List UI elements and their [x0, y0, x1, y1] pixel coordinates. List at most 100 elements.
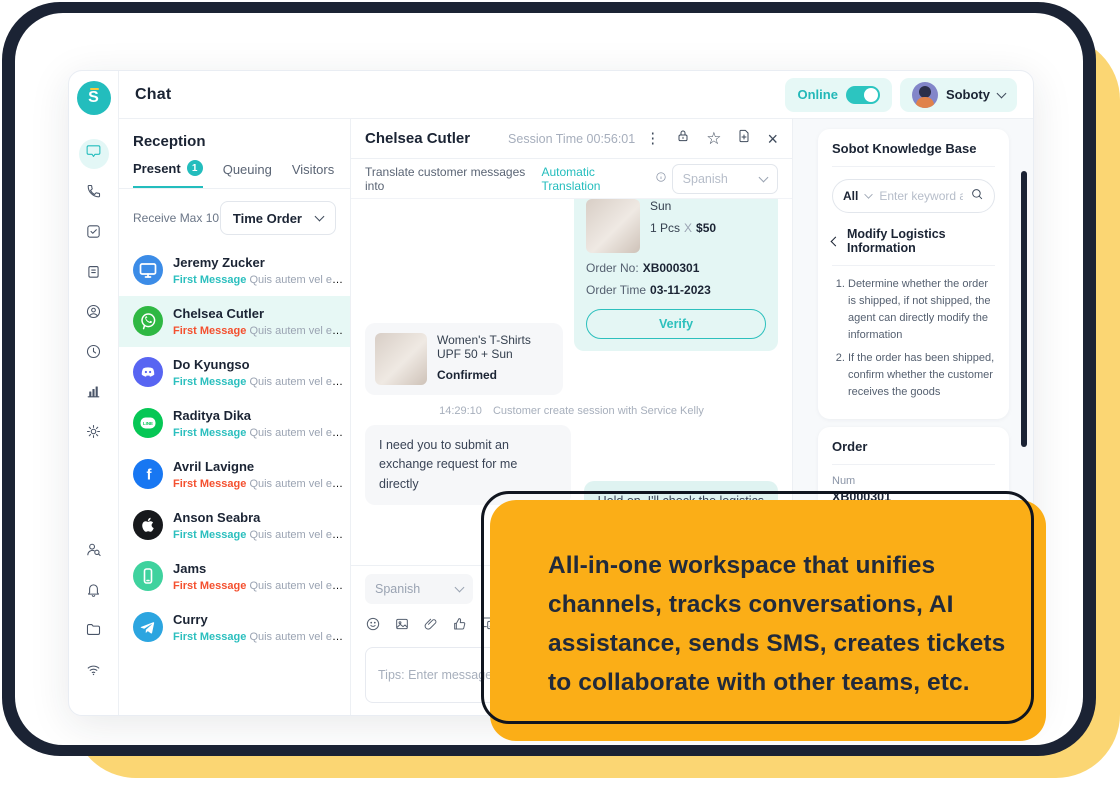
translate-language-select[interactable]: Spanish	[672, 164, 778, 194]
sort-order-select[interactable]: Time Order	[220, 201, 336, 235]
screenshot-stage: S	[0, 0, 1120, 800]
product-message-card: Women's T-Shirts UPF 50 + Sun Confirmed	[365, 323, 563, 395]
app-header: Chat Online Soboty	[119, 71, 1033, 119]
sidebar-item-files[interactable]	[79, 617, 109, 647]
product-title: Women's T-Shirts UPF 50 + Sun	[437, 333, 553, 361]
star-icon[interactable]: ☆	[706, 130, 721, 147]
message-preview: Quis autem vel eum iu...	[249, 631, 343, 643]
image-attach-icon[interactable]	[394, 616, 410, 637]
wifi-icon	[85, 661, 102, 683]
paperclip-icon[interactable]	[423, 616, 439, 637]
composer-language-select[interactable]: Spanish	[365, 574, 473, 604]
verify-button[interactable]: Verify	[586, 309, 766, 339]
sidebar-item-agents[interactable]	[79, 299, 109, 329]
product-price: $50	[696, 221, 716, 235]
search-placeholder[interactable]: Enter keyword a...	[879, 189, 963, 203]
file-add-icon[interactable]	[736, 128, 752, 149]
sidebar-item-notifications[interactable]	[79, 577, 109, 607]
article-step: Determine whether the order is shipped, …	[848, 276, 995, 344]
order-num-label: Num	[832, 475, 995, 487]
product-image	[586, 199, 640, 253]
present-count-badge: 1	[187, 160, 203, 176]
logo-letter: S	[88, 89, 99, 107]
line-icon: LINE	[133, 408, 163, 438]
search-icon[interactable]	[970, 187, 984, 206]
check-square-icon	[85, 223, 102, 245]
system-message-time: 14:29:10	[439, 405, 482, 417]
first-message-tag: First Message	[173, 325, 246, 337]
user-name: Soboty	[946, 87, 990, 102]
lock-icon[interactable]	[675, 128, 691, 149]
telegram-icon	[133, 612, 163, 642]
contact-name: Curry	[173, 612, 336, 627]
order-no-value: XB000301	[643, 261, 700, 275]
panel-scrollbar[interactable]	[1021, 171, 1027, 447]
more-options-icon[interactable]: ⋮	[645, 131, 660, 146]
system-message: 14:29:10 Customer create session with Se…	[351, 405, 792, 417]
emoji-icon[interactable]	[365, 616, 381, 637]
order-no-label: Order No:	[586, 261, 639, 275]
list-item[interactable]: Anson Seabra First Message Quis autem ve…	[119, 500, 350, 551]
product-title: Sun	[650, 199, 716, 213]
callout-sticker: All-in-one workspace that unifies channe…	[490, 500, 1046, 741]
first-message-tag: First Message	[173, 478, 246, 490]
tab-queuing[interactable]: Queuing	[223, 160, 272, 188]
app-sidebar: S	[69, 71, 119, 715]
tab-queuing-label: Queuing	[223, 162, 272, 177]
facebook-icon: f	[133, 459, 163, 489]
sidebar-item-history[interactable]	[79, 339, 109, 369]
list-item[interactable]: Jams First Message Quis autem vel eum iu…	[119, 551, 350, 602]
composer-language-value: Spanish	[375, 582, 420, 596]
chat-bubble-icon	[85, 143, 102, 165]
thumbs-up-icon[interactable]	[452, 616, 468, 637]
sidebar-item-calls[interactable]	[79, 179, 109, 209]
list-item[interactable]: Do Kyungso First Message Quis autem vel …	[119, 347, 350, 398]
auto-translation-link[interactable]: Automatic Translation	[542, 165, 650, 193]
tab-visitors-label: Visitors	[292, 162, 334, 177]
close-icon[interactable]: ×	[767, 130, 778, 148]
contact-name: Jeremy Zucker	[173, 255, 336, 270]
translate-bar: Translate customer messages into Automat…	[351, 159, 792, 199]
sidebar-item-tasks[interactable]	[79, 219, 109, 249]
sidebar-item-tickets[interactable]	[79, 259, 109, 289]
logo-accent-bar	[90, 88, 99, 90]
sidebar-item-user-search[interactable]	[79, 537, 109, 567]
knowledge-search[interactable]: All Enter keyword a...	[832, 179, 995, 213]
reception-panel: Reception Present 1 Queuing Visitors Rec…	[119, 119, 351, 715]
first-message-tag: First Message	[173, 376, 246, 388]
receive-max-label: Receive Max 10	[133, 211, 219, 225]
discord-icon	[133, 357, 163, 387]
online-status-pill: Online	[785, 78, 891, 112]
article-step: If the order has been shipped, confirm w…	[848, 350, 995, 401]
chevron-down-icon	[455, 583, 465, 593]
chevron-down-icon	[315, 212, 325, 222]
bell-icon	[85, 581, 102, 603]
user-menu[interactable]: Soboty	[900, 78, 1017, 112]
sidebar-item-analytics[interactable]	[79, 379, 109, 409]
first-message-tag: First Message	[173, 274, 246, 286]
list-item[interactable]: Jeremy Zucker First Message Quis autem v…	[119, 245, 350, 296]
svg-text:LINE: LINE	[143, 421, 153, 426]
gear-icon	[85, 423, 102, 445]
tab-visitors[interactable]: Visitors	[292, 160, 334, 188]
list-item-selected[interactable]: Chelsea Cutler First Message Quis autem …	[119, 296, 350, 347]
first-message-tag: First Message	[173, 427, 246, 439]
tab-present[interactable]: Present 1	[133, 160, 203, 188]
bar-chart-icon	[85, 383, 102, 405]
page-title: Chat	[135, 86, 171, 104]
message-preview: Quis autem vel eum iu...	[249, 274, 343, 286]
sidebar-item-settings[interactable]	[79, 419, 109, 449]
list-item[interactable]: LINE Raditya Dika First Message Quis aut…	[119, 398, 350, 449]
online-toggle[interactable]	[846, 86, 880, 104]
list-item[interactable]: f Avril Lavigne First Message Quis autem…	[119, 449, 350, 500]
message-preview: Quis autem vel eum iu...	[249, 427, 343, 439]
article-header[interactable]: Modify Logistics Information	[832, 227, 995, 266]
chat-contact-name: Chelsea Cutler	[365, 130, 470, 147]
phone-icon	[85, 183, 102, 205]
search-filter-value[interactable]: All	[843, 189, 858, 203]
article-title: Modify Logistics Information	[847, 227, 995, 255]
sidebar-item-network[interactable]	[79, 657, 109, 687]
sidebar-item-chat[interactable]	[79, 139, 109, 169]
contact-name: Do Kyungso	[173, 357, 336, 372]
list-item[interactable]: Curry First Message Quis autem vel eum i…	[119, 602, 350, 653]
